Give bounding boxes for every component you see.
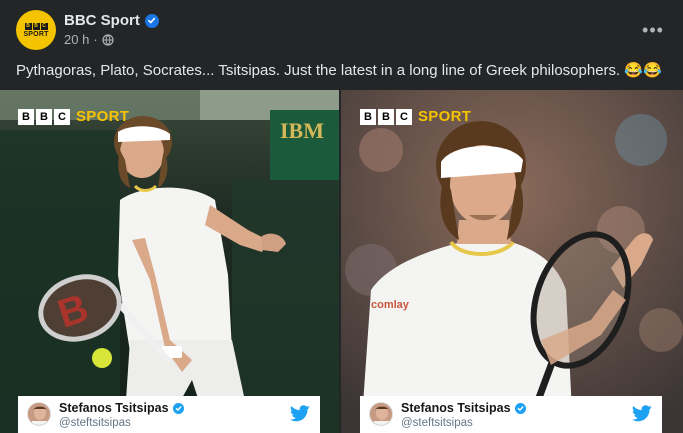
meta-separator: · — [93, 32, 98, 47]
globe-icon[interactable] — [102, 33, 114, 46]
logo-word: SPORT — [76, 108, 130, 125]
tweet-handle: @steftsitsipas — [59, 417, 131, 429]
photo-grid: IBM B B B C SPORT Stefanos Tsitsipas @st… — [0, 90, 683, 433]
tweet-avatar — [369, 402, 393, 426]
svg-text:IBM: IBM — [280, 118, 324, 143]
tweet-card[interactable]: Stefanos Tsitsipas @steftsitsipas — [18, 396, 320, 433]
post-time[interactable]: 20 h — [64, 32, 89, 47]
logo-word: SPORT — [418, 108, 472, 125]
tweet-handle: @steftsitsipas — [401, 417, 473, 429]
tweet-card[interactable]: Stefanos Tsitsipas @steftsitsipas — [360, 396, 662, 433]
svg-text:comlay: comlay — [371, 299, 410, 311]
twitter-bird-icon — [290, 405, 310, 422]
tweet-avatar — [27, 402, 51, 426]
tennis-photo-forehand: IBM B — [0, 90, 339, 433]
photo-left[interactable]: IBM B B B C SPORT Stefanos Tsitsipas @st… — [0, 90, 339, 433]
photo-right[interactable]: comlay B B C SPORT Stefanos Tsitsipas @s… — [341, 90, 683, 433]
avatar-block: B — [32, 22, 40, 30]
avatar-word: SPORT — [23, 30, 49, 38]
logo-block: B — [36, 108, 52, 125]
verified-badge-icon — [514, 402, 526, 414]
tweet-author-label: Stefanos Tsitsipas — [59, 401, 169, 415]
page-name-label[interactable]: BBC Sport — [64, 12, 140, 29]
page-avatar[interactable]: B B C SPORT — [16, 10, 56, 50]
tweet-author-name: Stefanos Tsitsipas — [59, 401, 184, 415]
page-name[interactable]: BBC Sport — [64, 12, 159, 29]
logo-block: B — [360, 108, 376, 125]
logo-block: C — [54, 108, 70, 125]
logo-block: B — [18, 108, 34, 125]
bbc-sport-logo: B B C SPORT — [18, 108, 129, 125]
avatar-bbc-blocks: B B C — [24, 22, 48, 30]
tweet-author-label: Stefanos Tsitsipas — [401, 401, 511, 415]
logo-block: C — [396, 108, 412, 125]
verified-badge-icon — [144, 13, 159, 28]
ellipsis-icon: ••• — [642, 19, 664, 40]
avatar-block: C — [40, 22, 48, 30]
post-text: Pythagoras, Plato, Socrates... Tsitsipas… — [16, 62, 662, 79]
more-options-button[interactable]: ••• — [639, 16, 667, 44]
post-header: B B C SPORT BBC Sport 20 h · ••• — [16, 10, 667, 54]
logo-block: B — [378, 108, 394, 125]
verified-badge-icon — [172, 402, 184, 414]
post-meta: 20 h · — [64, 32, 114, 47]
tennis-photo-celebration: comlay — [341, 90, 683, 433]
twitter-bird-icon — [632, 405, 652, 422]
bbc-sport-logo: B B C SPORT — [360, 108, 471, 125]
avatar-block: B — [24, 22, 32, 30]
tweet-author-name: Stefanos Tsitsipas — [401, 401, 526, 415]
facebook-post: B B C SPORT BBC Sport 20 h · ••• Pythago… — [0, 0, 683, 433]
